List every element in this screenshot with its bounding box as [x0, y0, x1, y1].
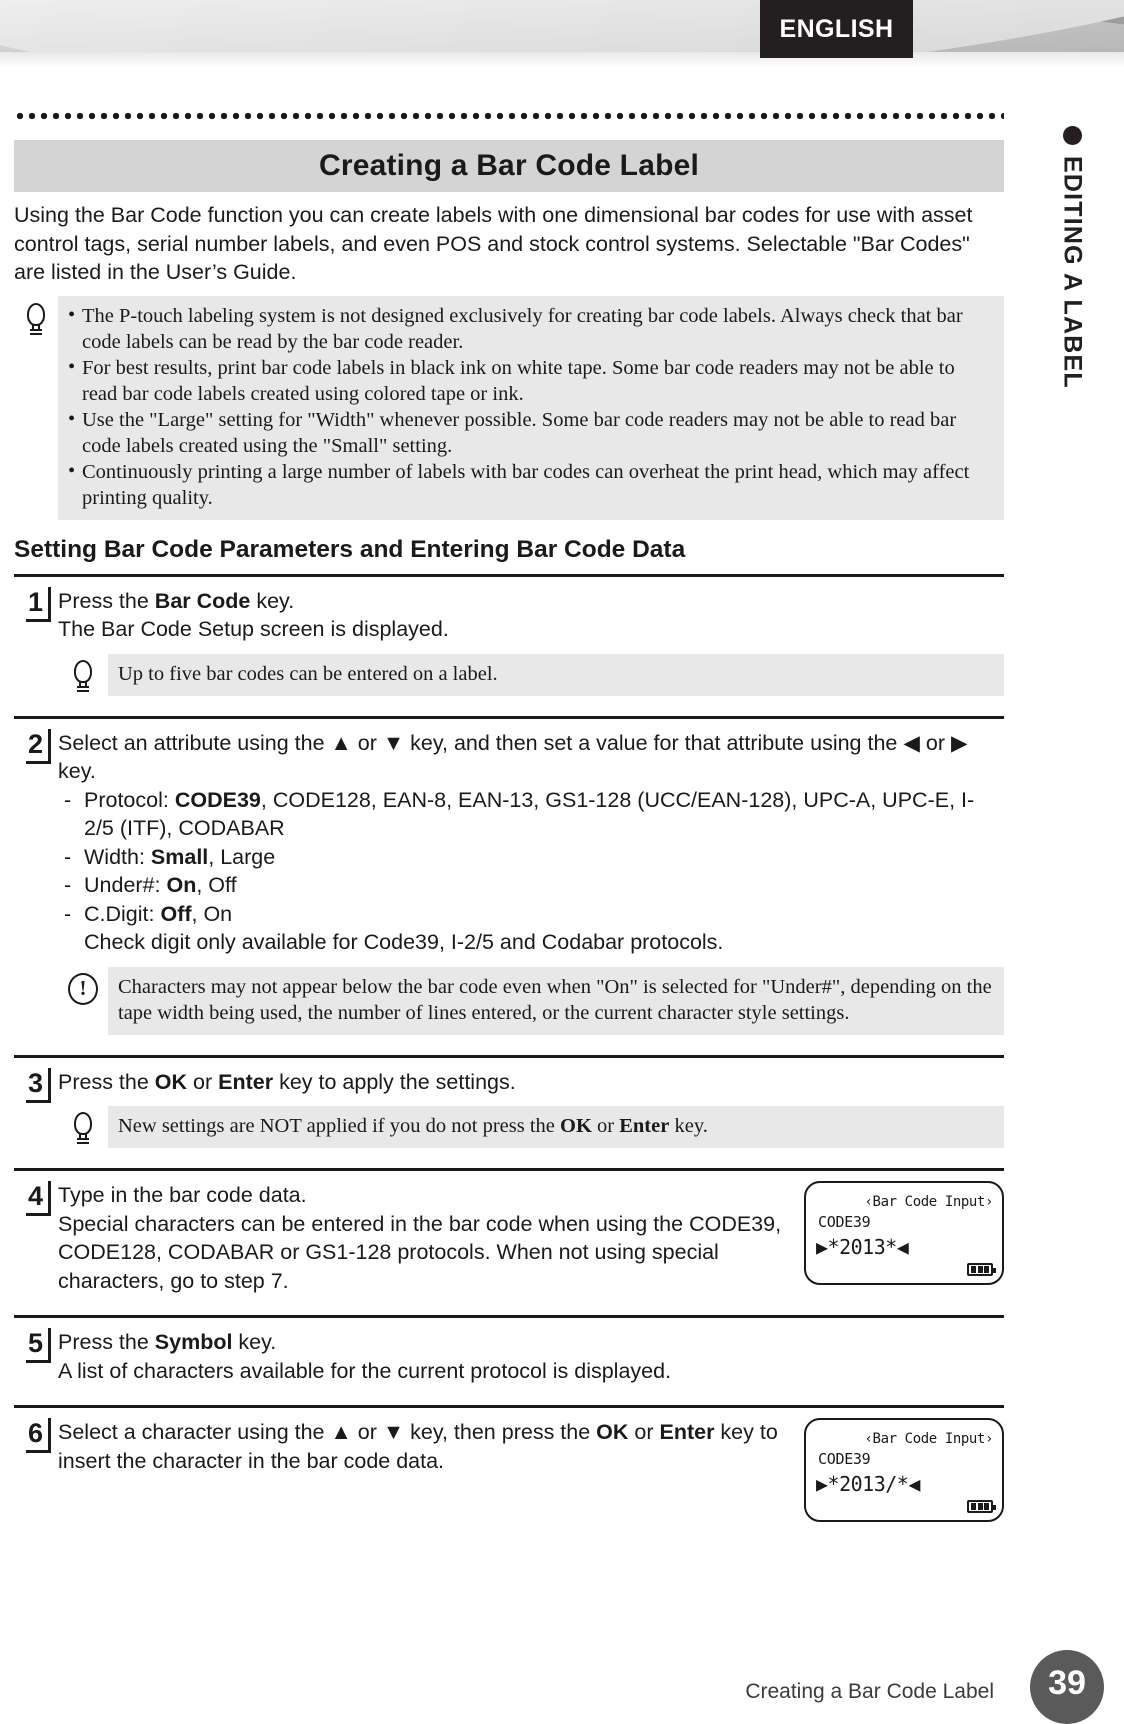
key-name: Enter — [659, 1420, 715, 1444]
step-1: 1 Press the Bar Code key. The Bar Code S… — [14, 577, 1004, 706]
step-3: 3 Press the OK or Enter key to apply the… — [14, 1058, 1004, 1159]
text: Press the — [58, 588, 155, 613]
step-3-note-text: New settings are NOT applied if you do n… — [108, 1106, 1004, 1148]
text: key. — [250, 588, 295, 613]
text: or — [351, 730, 383, 755]
bulb-icon — [58, 654, 108, 694]
step-1-note-text: Up to five bar codes can be entered on a… — [108, 653, 1004, 696]
bulb-icon — [14, 296, 58, 337]
note-list-item: For best results, print bar code labels … — [68, 354, 992, 407]
right-arrow-icon: ▶ — [950, 730, 968, 755]
step-5: 5 Press the Symbol key. A list of charac… — [14, 1318, 1004, 1395]
step-number: 4 — [14, 1181, 58, 1295]
section-side-tab: EDITING A LABEL — [1026, 126, 1118, 556]
step-2: 2 Select an attribute using the ▲ or ▼ k… — [14, 719, 1004, 1045]
step-4-line-1: Type in the bar code data. — [58, 1183, 307, 1207]
attribute-item-width: Width: Small, Large — [58, 843, 1004, 872]
key-name: Enter — [619, 1115, 670, 1137]
step-6-line-1: Select a character using the ▲ or ▼ key,… — [58, 1420, 778, 1473]
dotted-divider — [14, 112, 1004, 120]
lcd-screen-step6: ‹Bar Code Input› CODE39 ▶*2013/*◀ — [804, 1418, 1004, 1522]
section-heading: Setting Bar Code Parameters and Entering… — [14, 535, 686, 563]
key-name: OK — [154, 1069, 188, 1094]
down-arrow-icon: ▼ — [382, 730, 405, 755]
step-1-note-box: Up to five bar codes can be entered on a… — [58, 653, 1004, 696]
text: or — [919, 730, 951, 755]
attribute-item-protocol: Protocol: CODE39, CODE128, EAN-8, EAN-13… — [58, 786, 1004, 843]
page-footer: Creating a Bar Code Label 39 — [0, 1632, 1124, 1724]
down-arrow-icon: ▼ — [382, 1420, 405, 1444]
note-list-item: Continuously printing a large number of … — [68, 458, 992, 511]
intro-note-text: The P-touch labeling system is not desig… — [58, 295, 1004, 520]
step-2-note-box: ! Characters may not appear below the ba… — [58, 966, 1004, 1035]
intro-note-box: The P-touch labeling system is not desig… — [14, 295, 1004, 520]
step-6: 6 Select a character using the ▲ or ▼ ke… — [14, 1408, 1004, 1532]
attribute-footnote: Check digit only available for Code39, I… — [84, 930, 724, 954]
lcd-data: ▶*2013*◀ — [816, 1235, 909, 1259]
battery-icon — [967, 1263, 996, 1276]
lcd-title: ‹Bar Code Input› — [864, 1431, 994, 1447]
step-1-line-1: Press the Bar Code key. — [58, 587, 1004, 616]
footer-title: Creating a Bar Code Label — [745, 1680, 994, 1703]
up-arrow-icon: ▲ — [330, 1420, 352, 1444]
left-arrow-icon: ◀ — [903, 730, 920, 755]
key-name: Symbol — [154, 1330, 233, 1354]
lcd-data: ▶*2013/*◀ — [816, 1472, 920, 1496]
page-banner: ENGLISH — [0, 0, 1124, 68]
step-3-line-1: Press the OK or Enter key to apply the s… — [58, 1069, 516, 1094]
default-value: CODE39 — [174, 787, 261, 812]
intro-paragraph: Using the Bar Code function you can crea… — [14, 203, 973, 284]
side-tab-label: EDITING A LABEL — [1058, 156, 1087, 389]
step-4: 4 Type in the bar code data. Special cha… — [14, 1171, 1004, 1305]
step-number: 2 — [14, 728, 58, 1035]
lcd-title: ‹Bar Code Input› — [864, 1194, 994, 1210]
step-number: 6 — [14, 1418, 58, 1522]
page-title: Creating a Bar Code Label — [14, 140, 1004, 192]
attribute-list: Protocol: CODE39, CODE128, EAN-8, EAN-13… — [58, 786, 1004, 929]
note-list-item: Use the "Large" setting for "Width" when… — [68, 406, 992, 459]
step-number: 1 — [14, 586, 58, 696]
key-name: Enter — [218, 1069, 274, 1094]
attribute-item-under: Under#: On, Off — [58, 871, 1004, 900]
text: Select an attribute using the — [58, 730, 331, 755]
page-number-badge: 39 — [1030, 1650, 1104, 1724]
page-content: Creating a Bar Code Label Using the Bar … — [14, 140, 1004, 1532]
note-list-item: The P-touch labeling system is not desig… — [68, 302, 992, 355]
banner-fade — [0, 52, 1124, 68]
default-value: Small — [150, 844, 209, 869]
language-tab: ENGLISH — [760, 0, 913, 58]
step-2-note-text: Characters may not appear below the bar … — [108, 966, 1004, 1035]
step-5-line-2: A list of characters available for the c… — [58, 1358, 672, 1383]
text: key, and then set a value for that attri… — [404, 730, 904, 755]
step-3-note-box: New settings are NOT applied if you do n… — [58, 1106, 1004, 1148]
key-name: OK — [596, 1420, 629, 1444]
bulb-icon — [58, 1106, 108, 1146]
step-5-line-1: Press the Symbol key. — [58, 1330, 277, 1354]
bullet-dot-icon — [1062, 126, 1082, 145]
step-4-line-2: Special characters can be entered in the… — [58, 1211, 782, 1293]
step-2-line-1: Select an attribute using the ▲ or ▼ key… — [58, 729, 1004, 786]
up-arrow-icon: ▲ — [330, 730, 352, 755]
text: key. — [58, 759, 96, 783]
attribute-item-cdigit: C.Digit: Off, On — [58, 900, 1004, 929]
step-number: 3 — [14, 1067, 58, 1149]
lcd-screen-step4: ‹Bar Code Input› CODE39 ▶*2013*◀ — [804, 1181, 1004, 1285]
key-name: Bar Code — [154, 588, 251, 613]
step-1-line-2: The Bar Code Setup screen is displayed. — [58, 617, 449, 641]
key-name: OK — [560, 1115, 592, 1137]
battery-icon — [967, 1500, 996, 1513]
default-value: On — [166, 873, 197, 897]
default-value: Off — [160, 901, 192, 926]
warning-icon: ! — [58, 967, 108, 1005]
step-number: 5 — [14, 1328, 58, 1385]
